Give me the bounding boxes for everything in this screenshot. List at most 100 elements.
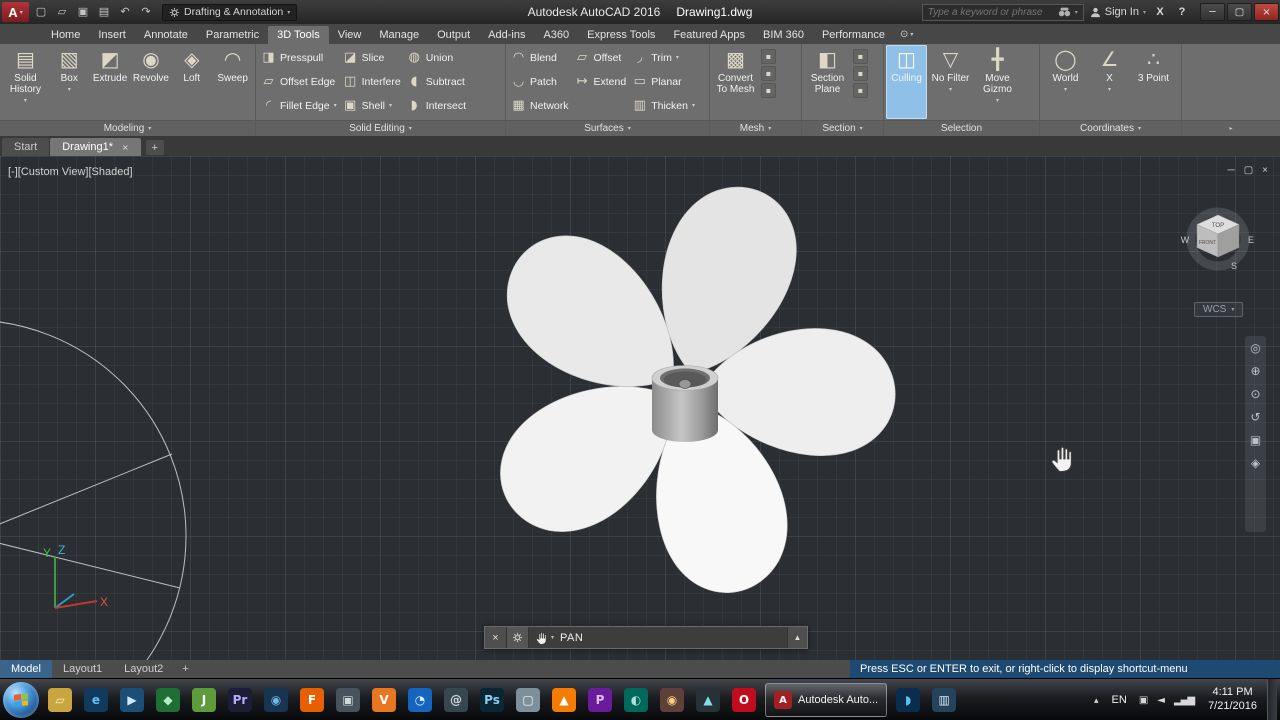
minimize-button[interactable]: ─ (1200, 3, 1225, 21)
panel-label-coordinates[interactable]: Coordinates ▾ (1040, 120, 1181, 136)
move-gizmo-button[interactable]: ╋ Move Gizmo ▾ (974, 45, 1021, 119)
tab-output[interactable]: Output (428, 26, 479, 44)
panel-label-modeling[interactable]: Modeling ▾ (0, 120, 255, 136)
mesh-smooth-more-button[interactable]: ▪ (761, 49, 776, 64)
intersect-button[interactable]: ◗ Intersect (407, 94, 466, 117)
taskbar-app-premiere[interactable]: Pr (223, 683, 257, 717)
tab-a360[interactable]: A360 (534, 26, 578, 44)
union-button[interactable]: ◍ Union (407, 46, 466, 69)
network-tray-icon[interactable]: ▂▄▆ (1170, 695, 1198, 706)
command-history-button[interactable]: ▲ (787, 627, 807, 648)
blend-button[interactable]: ◠ Blend (511, 46, 569, 69)
mesh-refine-button[interactable]: ▪ (761, 83, 776, 98)
tab-view[interactable]: View (329, 26, 371, 44)
volume-tray-icon[interactable]: ◄ (1153, 695, 1168, 706)
file-tab-start[interactable]: Start (2, 138, 50, 156)
taskbar-app-firefox[interactable]: F (295, 683, 329, 717)
viewcube-east-label[interactable]: E (1248, 235, 1254, 245)
network-button[interactable]: ▦ Network (511, 94, 568, 117)
new-drawing-tab-button[interactable]: + (145, 140, 164, 155)
viewport-close-button[interactable]: × (1262, 165, 1268, 176)
convert-to-mesh-button[interactable]: ▩ Convert To Mesh (712, 45, 759, 119)
taskbar-app-compass[interactable]: ◔ (403, 683, 437, 717)
hidden-icons-button[interactable]: ▴ (1089, 695, 1104, 706)
taskbar-app-photoshop[interactable]: Ps (475, 683, 509, 717)
presspull-button[interactable]: ◨ Presspull (261, 46, 337, 69)
taskbar-app-v-player[interactable]: V (367, 683, 401, 717)
view-cube[interactable]: TOP FRONT W E S (1178, 206, 1258, 281)
world-ucs-button[interactable]: ◯ World ▾ (1042, 45, 1089, 119)
tab-layout1[interactable]: Layout1 (52, 660, 113, 678)
workspace-dropdown[interactable]: Drafting & Annotation ▾ (162, 3, 298, 21)
section-plane-button[interactable]: ◧ Section Plane (804, 45, 851, 119)
viewcube-west-label[interactable]: W (1181, 235, 1190, 245)
taskbar-app-vlc[interactable]: ▲ (547, 683, 581, 717)
taskbar-app-blue[interactable]: ◉ (259, 683, 293, 717)
clock[interactable]: 4:11 PM 7/21/2016 (1200, 686, 1265, 714)
tab-parametric[interactable]: Parametric (197, 26, 268, 44)
live-section-button[interactable]: ▪ (853, 49, 868, 64)
extend-button[interactable]: ↦ Extend (575, 70, 627, 93)
command-input[interactable]: ▾ PAN (529, 627, 787, 648)
taskbar-app-paint[interactable]: P (583, 683, 617, 717)
search-dropdown-icon[interactable]: ▾ (1075, 9, 1078, 16)
panel-label-surfaces[interactable]: Surfaces ▾ (506, 120, 709, 136)
planar-button[interactable]: ▭ Planar (632, 70, 695, 93)
customize-command-button[interactable] (507, 627, 529, 648)
file-tab-drawing1[interactable]: Drawing1* × (50, 138, 141, 156)
mesh-smooth-less-button[interactable]: ▪ (761, 66, 776, 81)
slice-button[interactable]: ◪ Slice (343, 46, 401, 69)
open-file-icon[interactable]: ▱ (53, 2, 71, 22)
subtract-button[interactable]: ◖ Subtract (407, 70, 466, 93)
zoom-tool-icon[interactable]: ⊙ (1250, 388, 1260, 400)
revolve-button[interactable]: ◉ Revolve (131, 45, 172, 119)
search-input[interactable] (927, 6, 1054, 18)
close-tab-icon[interactable]: × (122, 143, 129, 152)
box-button[interactable]: ▧ Box ▾ (49, 45, 90, 119)
steering-wheel-icon[interactable]: ◎ (1250, 342, 1260, 354)
ucs-3-point-button[interactable]: ∴ 3 Point (1130, 45, 1177, 119)
ribbon-display-options-icon[interactable]: ⊙ ▾ (900, 29, 913, 44)
search-binoculars-icon[interactable] (1058, 7, 1071, 17)
viewport-controls-label[interactable]: [-][Custom View][Shaded] (8, 166, 133, 178)
solid-history-button[interactable]: ▤ Solid History ▾ (2, 45, 49, 119)
language-indicator[interactable]: EN (1106, 694, 1133, 706)
generate-section-button[interactable]: ▪ (853, 83, 868, 98)
showmotion-icon[interactable]: ▣ (1250, 434, 1261, 446)
add-jog-button[interactable]: ▪ (853, 66, 868, 81)
autocad-logo-icon[interactable]: A ▾ (2, 2, 29, 22)
drawing-viewport[interactable]: Y Z X [-][Custom View][Shaded] ─ ▢ × TOP… (0, 156, 1280, 660)
cancel-command-button[interactable]: × (485, 627, 507, 648)
tab-home[interactable]: Home (42, 26, 89, 44)
close-button[interactable]: × (1254, 3, 1279, 21)
tab-annotate[interactable]: Annotate (135, 26, 197, 44)
redo-icon[interactable]: ↷ (137, 2, 155, 22)
sign-in-button[interactable]: Sign In ▾ (1090, 6, 1146, 18)
tab-bim-360[interactable]: BIM 360 (754, 26, 813, 44)
taskbar-app-mail[interactable]: @ (439, 683, 473, 717)
ucs-x-button[interactable]: ∠ X ▾ (1089, 45, 1130, 119)
tab-featured-apps[interactable]: Featured Apps (664, 26, 754, 44)
patch-button[interactable]: ◡ Patch (511, 70, 569, 93)
tab-manage[interactable]: Manage (370, 26, 428, 44)
new-layout-button[interactable]: + (174, 660, 196, 678)
taskbar-app-burn[interactable]: ◉ (655, 683, 689, 717)
shell-button[interactable]: ▣ Shell ▾ (343, 94, 401, 117)
tab-layout2[interactable]: Layout2 (113, 660, 174, 678)
undo-icon[interactable]: ↶ (116, 2, 134, 22)
taskbar-app-chat[interactable]: ◗ (891, 683, 925, 717)
taskbar-active-autocad[interactable]: A Autodesk Auto... (765, 683, 888, 717)
orbit-tool-icon[interactable]: ↺ (1250, 411, 1260, 423)
tab-express-tools[interactable]: Express Tools (578, 26, 664, 44)
taskbar-app-explorer[interactable]: ▱ (43, 683, 77, 717)
offset-button[interactable]: ▱ Offset (575, 46, 627, 69)
show-desktop-button[interactable] (1267, 679, 1277, 720)
trim-button[interactable]: ◞ Trim ▾ (632, 46, 695, 69)
viewcube-south-label[interactable]: S (1231, 261, 1237, 271)
offset-edge-button[interactable]: ▱ Offset Edge (261, 70, 337, 93)
start-button[interactable] (3, 682, 39, 718)
extrude-button[interactable]: ◩ Extrude (90, 45, 131, 119)
plot-icon[interactable]: ▤ (95, 2, 113, 22)
taskbar-app-light[interactable]: ▢ (511, 683, 545, 717)
fan-model[interactable] (476, 167, 901, 606)
